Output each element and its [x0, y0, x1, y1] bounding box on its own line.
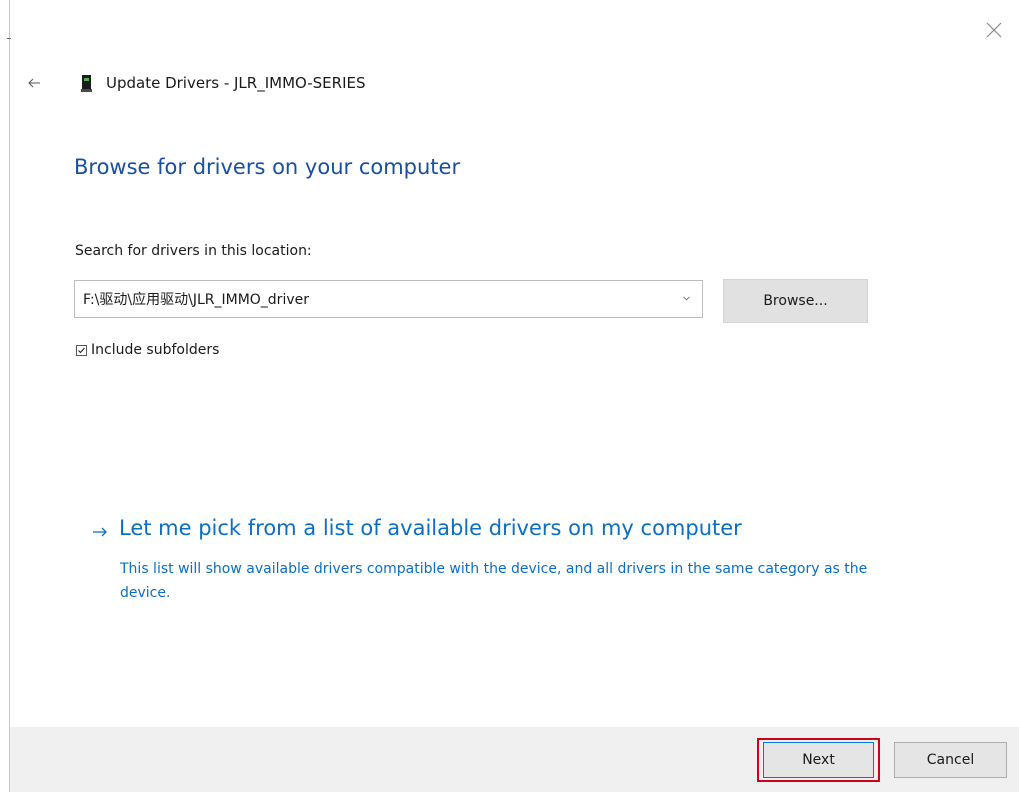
include-subfolders-option[interactable]: Include subfolders	[76, 342, 219, 358]
include-subfolders-checkbox[interactable]	[76, 344, 87, 356]
chevron-down-icon[interactable]	[683, 296, 690, 301]
browse-button[interactable]: Browse...	[723, 279, 868, 323]
close-icon[interactable]	[985, 21, 1003, 39]
include-subfolders-label: Include subfolders	[91, 342, 220, 358]
checkmark-icon	[78, 347, 85, 353]
pick-driver-list-description: This list will show available drivers co…	[120, 561, 868, 601]
search-location-label: Search for drivers in this location:	[75, 243, 312, 259]
cancel-button[interactable]: Cancel	[894, 742, 1007, 778]
right-arrow-icon	[93, 527, 107, 537]
pick-driver-list-link[interactable]: Let me pick from a list of available dri…	[119, 516, 742, 540]
next-button[interactable]: Next	[763, 742, 874, 778]
window-left-border-mark	[7, 38, 11, 39]
window-left-border	[9, 0, 10, 792]
driver-path-value: F:\驱动\应用驱动\JLR_IMMO_driver	[83, 292, 309, 308]
window-title: Update Drivers - JLR_IMMO-SERIES	[106, 74, 366, 92]
driver-path-combobox[interactable]: F:\驱动\应用驱动\JLR_IMMO_driver	[74, 280, 703, 318]
device-icon	[81, 75, 92, 92]
back-arrow-icon[interactable]	[26, 76, 42, 90]
page-title: Browse for drivers on your computer	[74, 155, 461, 179]
